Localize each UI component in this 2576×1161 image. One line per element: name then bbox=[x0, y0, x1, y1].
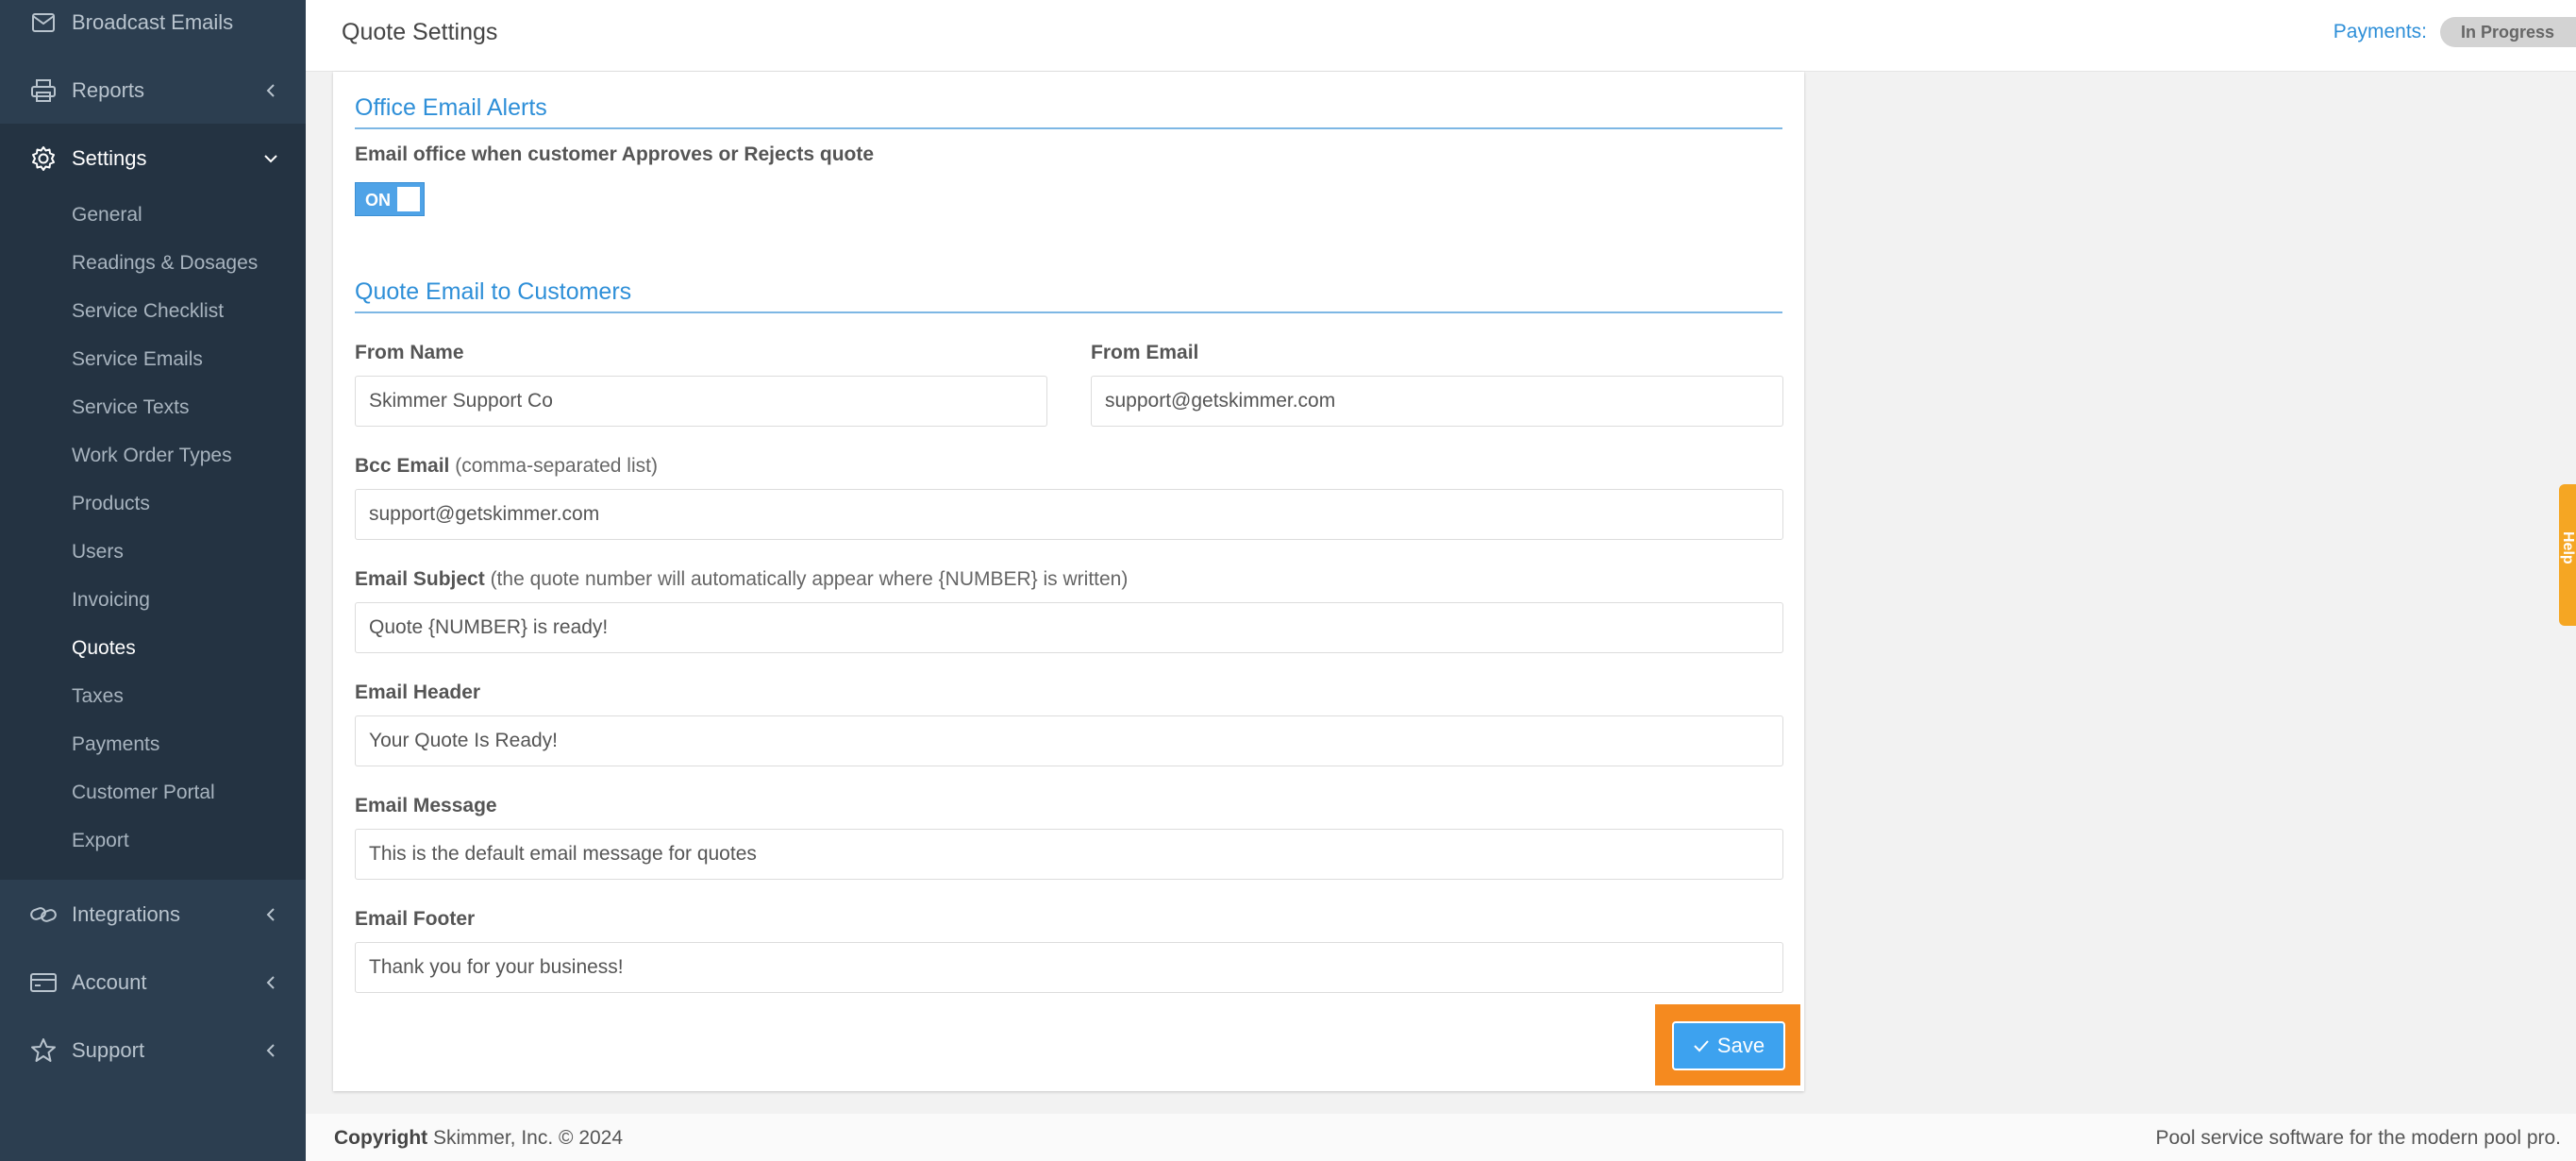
quote-settings-card: Office Email Alerts Email office when cu… bbox=[333, 72, 1804, 1091]
section-title-office-alerts: Office Email Alerts bbox=[355, 94, 1782, 129]
footer-tagline: Pool service software for the modern poo… bbox=[2155, 1127, 2561, 1149]
page-title: Quote Settings bbox=[342, 19, 498, 45]
bcc-email-label-text: Bcc Email bbox=[355, 455, 450, 477]
sidebar-item-label: Settings bbox=[72, 146, 147, 170]
check-icon bbox=[1694, 1040, 1709, 1052]
help-tab-label: Help bbox=[2560, 531, 2576, 564]
email-header-input[interactable] bbox=[355, 715, 1783, 766]
sidebar-item-broadcast-emails[interactable]: Broadcast Emails bbox=[0, 0, 306, 55]
office-alert-label: Email office when customer Approves or R… bbox=[355, 143, 875, 165]
credit-card-icon bbox=[29, 968, 58, 997]
email-subject-input[interactable] bbox=[355, 602, 1783, 653]
chevron-left-icon bbox=[266, 908, 275, 921]
sidebar-sub-work-order-types[interactable]: Work Order Types bbox=[72, 445, 232, 467]
envelope-icon bbox=[29, 8, 58, 37]
save-button-label: Save bbox=[1716, 1034, 1765, 1057]
sidebar-item-support[interactable]: Support bbox=[0, 1018, 306, 1083]
sidebar-sub-invoicing[interactable]: Invoicing bbox=[72, 589, 150, 612]
office-alert-toggle[interactable]: ON bbox=[355, 182, 425, 216]
sidebar-item-reports[interactable]: Reports bbox=[0, 59, 306, 123]
sidebar-item-integrations[interactable]: Integrations bbox=[0, 883, 306, 947]
sidebar-sub-products[interactable]: Products bbox=[72, 493, 150, 515]
help-tab[interactable]: Help bbox=[2559, 484, 2576, 626]
sidebar-sub-payments[interactable]: Payments bbox=[72, 733, 159, 756]
email-footer-label: Email Footer bbox=[355, 908, 476, 930]
sidebar-sub-quotes[interactable]: Quotes bbox=[72, 637, 136, 660]
sidebar-sub-service-emails[interactable]: Service Emails bbox=[72, 348, 203, 371]
bcc-email-hint: (comma-separated list) bbox=[455, 455, 658, 477]
section-title-quote-email: Quote Email to Customers bbox=[355, 278, 1782, 313]
email-footer-input[interactable] bbox=[355, 942, 1783, 993]
sidebar-item-label: Reports bbox=[72, 78, 145, 102]
sidebar-item-settings[interactable]: Settings bbox=[0, 126, 306, 191]
from-email-label: From Email bbox=[1091, 342, 1199, 363]
sidebar-item-label: Support bbox=[72, 1038, 145, 1062]
email-message-input[interactable] bbox=[355, 829, 1783, 880]
toggle-knob bbox=[397, 187, 420, 211]
sidebar-sub-service-checklist[interactable]: Service Checklist bbox=[72, 300, 224, 323]
bcc-email-label: Bcc Email (comma-separated list) bbox=[355, 455, 658, 478]
copyright-rest: Skimmer, Inc. © 2024 bbox=[427, 1127, 624, 1149]
payments-status-badge: In Progress bbox=[2440, 17, 2576, 47]
email-subject-label: Email Subject (the quote number will aut… bbox=[355, 568, 1128, 591]
sidebar-sub-export[interactable]: Export bbox=[72, 830, 129, 852]
copyright-text: Copyright Skimmer, Inc. © 2024 bbox=[334, 1127, 623, 1150]
star-icon bbox=[29, 1036, 58, 1065]
gear-icon bbox=[29, 144, 58, 173]
email-message-label: Email Message bbox=[355, 795, 497, 816]
bcc-email-input[interactable] bbox=[355, 489, 1783, 540]
email-subject-hint: (the quote number will automatically app… bbox=[490, 568, 1129, 590]
sidebar: Broadcast Emails Reports Settings Genera… bbox=[0, 0, 306, 1161]
sidebar-sub-general[interactable]: General bbox=[72, 204, 142, 227]
sidebar-item-label: Account bbox=[72, 970, 147, 994]
copyright-bold: Copyright bbox=[334, 1127, 428, 1149]
from-name-input[interactable] bbox=[355, 376, 1047, 427]
top-bar: Quote Settings Payments: In Progress bbox=[306, 0, 2576, 72]
sidebar-sub-users[interactable]: Users bbox=[72, 541, 124, 564]
from-email-input[interactable] bbox=[1091, 376, 1783, 427]
sidebar-item-label: Integrations bbox=[72, 902, 180, 926]
email-subject-label-text: Email Subject bbox=[355, 568, 485, 590]
printer-icon bbox=[29, 76, 58, 105]
chevron-left-icon bbox=[266, 84, 275, 97]
settings-submenu bbox=[0, 124, 306, 880]
save-button[interactable]: Save bbox=[1672, 1021, 1785, 1070]
chevron-down-icon bbox=[264, 155, 277, 163]
payments-link[interactable]: Payments: bbox=[2333, 21, 2427, 43]
page-footer: Copyright Skimmer, Inc. © 2024 Pool serv… bbox=[306, 1114, 2576, 1161]
link-icon bbox=[29, 900, 58, 929]
toggle-state-label: ON bbox=[365, 191, 391, 210]
sidebar-item-account[interactable]: Account bbox=[0, 951, 306, 1015]
sidebar-sub-readings-dosages[interactable]: Readings & Dosages bbox=[72, 252, 258, 275]
sidebar-sub-service-texts[interactable]: Service Texts bbox=[72, 396, 190, 419]
chevron-left-icon bbox=[266, 976, 275, 989]
email-header-label: Email Header bbox=[355, 681, 481, 703]
sidebar-sub-customer-portal[interactable]: Customer Portal bbox=[72, 782, 215, 804]
from-name-label: From Name bbox=[355, 342, 464, 363]
sidebar-item-label: Broadcast Emails bbox=[72, 10, 234, 34]
sidebar-sub-taxes[interactable]: Taxes bbox=[72, 685, 124, 708]
chevron-left-icon bbox=[266, 1044, 275, 1057]
